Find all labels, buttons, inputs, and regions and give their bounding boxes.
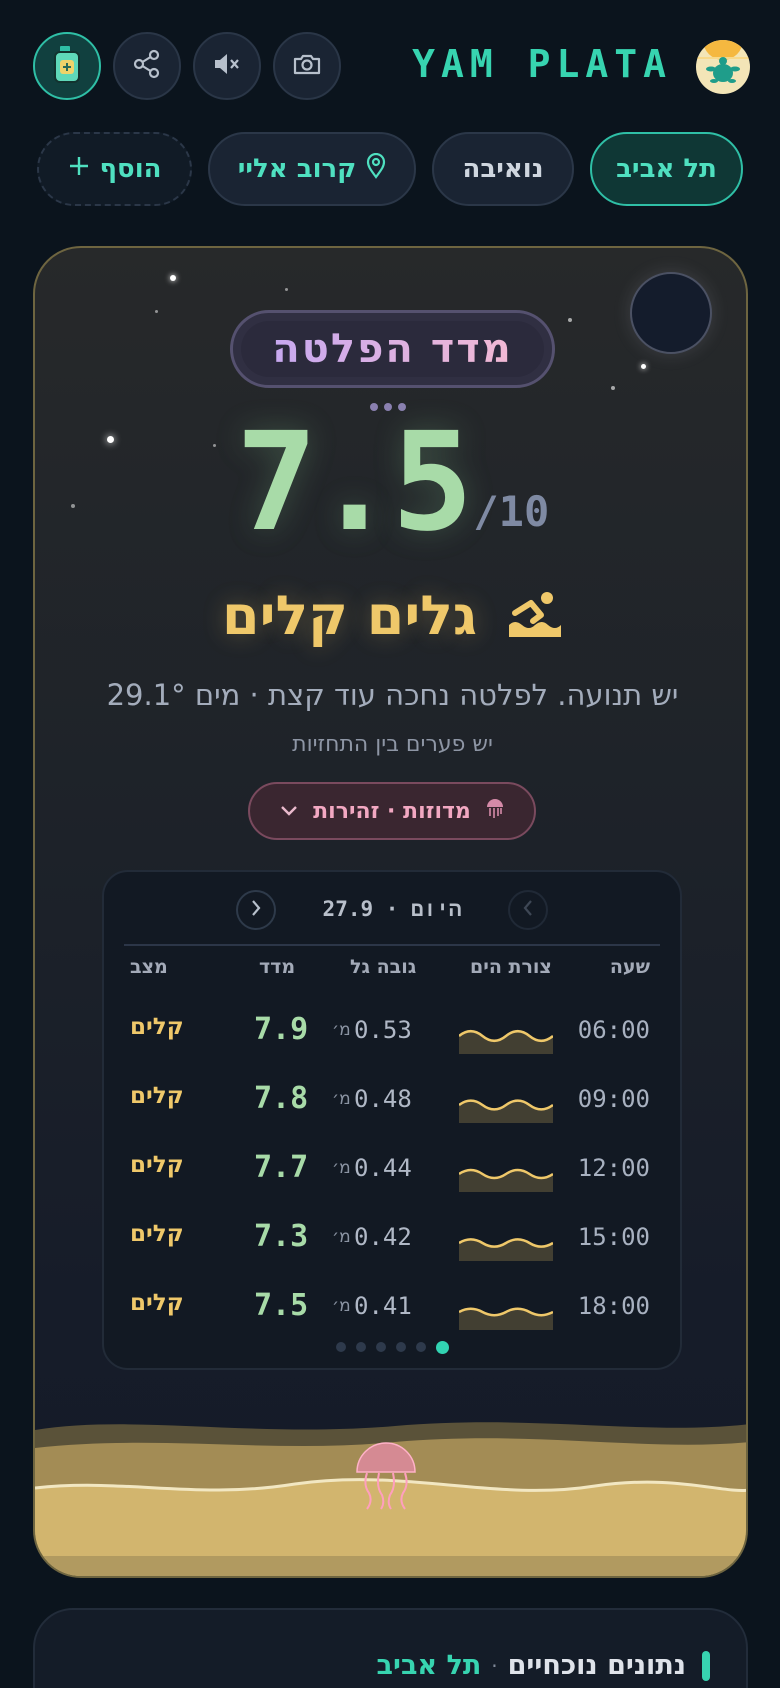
row-unit: מ׳: [332, 1158, 351, 1178]
forecast-row: 06:00 0.53 מ׳ 7.9 קלים: [104, 1004, 680, 1064]
jellyfish-alert-toggle[interactable]: מדוזות · זהירות: [248, 782, 536, 840]
row-status: קלים: [130, 1152, 184, 1178]
row-index: 7.8: [254, 1081, 309, 1116]
row-unit: מ׳: [332, 1089, 351, 1109]
row-wave-height: 0.53: [354, 1016, 412, 1044]
chevron-right-icon: [249, 899, 263, 921]
alert-label: מדוזות · זהירות: [313, 798, 471, 824]
turtle-logo-icon: [696, 40, 750, 94]
row-index: 7.7: [254, 1150, 309, 1185]
pager-dot[interactable]: [435, 1341, 449, 1354]
header: YAM PLATA: [0, 0, 780, 130]
pager-dot[interactable]: [355, 1342, 366, 1352]
sea-shape-wave-icon: [459, 1099, 553, 1123]
condition: גלים קלים: [35, 584, 746, 647]
sunscreen-icon: [52, 44, 82, 88]
plus-icon: [68, 154, 90, 184]
chevron-down-icon: [279, 799, 299, 824]
row-time: 15:00: [577, 1223, 650, 1251]
tab-nuweiba[interactable]: נואיבה: [432, 132, 574, 206]
forecast-note: יש פערים בין התחזיות: [292, 732, 493, 757]
col-time: שעה: [609, 956, 650, 978]
row-status: קלים: [130, 1083, 184, 1109]
row-unit: מ׳: [332, 1227, 351, 1247]
mute-icon: [212, 49, 242, 83]
current-data-card: נתונים נוכחיים · תל אביב: [33, 1608, 748, 1688]
share-button[interactable]: [113, 32, 181, 100]
row-unit: מ׳: [332, 1296, 351, 1316]
tab-tel-aviv[interactable]: תל אביב: [590, 132, 743, 206]
row-unit: מ׳: [332, 1020, 351, 1040]
row-time: 18:00: [577, 1292, 650, 1320]
current-data-title: נתונים נוכחיים · תל אביב: [377, 1650, 710, 1681]
score-value: 7.5: [235, 404, 474, 562]
row-index: 7.3: [254, 1219, 309, 1254]
forecast-row: 15:00 0.42 מ׳ 7.3 קלים: [104, 1211, 680, 1271]
pager-dot[interactable]: [415, 1342, 426, 1352]
row-index: 7.9: [254, 1012, 309, 1047]
separator: ·: [491, 1653, 498, 1678]
row-wave-height: 0.41: [354, 1292, 412, 1320]
app-title: YAM PLATA: [412, 42, 672, 86]
current-location: תל אביב: [376, 1650, 482, 1681]
next-day-button[interactable]: [236, 890, 276, 930]
row-wave-height: 0.44: [354, 1154, 412, 1182]
index-title-badge: מדד הפלטה: [230, 310, 555, 388]
score-display: 7.5 /10: [35, 404, 746, 562]
tab-near-me[interactable]: קרוב אליי: [208, 132, 416, 206]
forecast-table: היום · 27.9 שעה צורת הים גובה גל מדד מצב…: [102, 870, 682, 1370]
tab-label: הוסף: [99, 154, 162, 184]
row-wave-height: 0.48: [354, 1085, 412, 1113]
divider: [124, 944, 660, 946]
col-sea-shape: צורת הים: [470, 956, 552, 978]
swimmer-icon: [507, 589, 563, 643]
row-index: 7.5: [254, 1288, 309, 1323]
row-status: קלים: [130, 1290, 184, 1316]
col-index: מדד: [259, 956, 296, 978]
jellyfish-icon: [353, 1440, 419, 1516]
tab-label: תל אביב: [616, 154, 717, 184]
moon-icon: [630, 272, 712, 354]
share-icon: [132, 49, 162, 83]
description: יש תנועה. לפלטה נחכה עוד קצת · מים 29.1°: [106, 678, 679, 712]
pager-dot[interactable]: [335, 1342, 346, 1352]
col-wave-height: גובה גל: [350, 956, 417, 978]
sea-shape-wave-icon: [459, 1238, 553, 1261]
pager-dot[interactable]: [395, 1342, 406, 1352]
forecast-row: 12:00 0.44 מ׳ 7.7 קלים: [104, 1142, 680, 1202]
camera-icon: [292, 49, 322, 83]
sunscreen-button[interactable]: [33, 32, 101, 100]
row-time: 06:00: [577, 1016, 650, 1044]
row-wave-height: 0.42: [354, 1223, 412, 1251]
score-out-of: /10: [473, 487, 550, 536]
row-time: 12:00: [577, 1154, 650, 1182]
forecast-date: היום · 27.9: [322, 897, 462, 921]
col-status: מצב: [130, 956, 168, 978]
accent-bar: [702, 1650, 710, 1681]
sea-shape-wave-icon: [459, 1029, 553, 1054]
forecast-row: 18:00 0.41 מ׳ 7.5 קלים: [104, 1280, 680, 1340]
beach-illustration: [35, 1408, 746, 1576]
forecast-pager[interactable]: [104, 1341, 680, 1354]
sea-shape-wave-icon: [459, 1168, 553, 1192]
sea-shape-wave-icon: [459, 1307, 553, 1330]
jellyfish-icon: [485, 797, 505, 825]
pager-dot[interactable]: [375, 1342, 386, 1352]
location-pin-icon: [366, 152, 386, 186]
camera-button[interactable]: [273, 32, 341, 100]
tab-label: נואיבה: [462, 154, 544, 184]
condition-label: גלים קלים: [221, 584, 478, 647]
current-data-label: נתונים נוכחיים: [507, 1650, 686, 1681]
row-time: 09:00: [577, 1085, 650, 1113]
index-card: מדד הפלטה 7.5 /10 גלים קלים יש תנועה. לפ…: [33, 246, 748, 1578]
row-status: קלים: [130, 1014, 184, 1040]
forecast-row: 09:00 0.48 מ׳ 7.8 קלים: [104, 1073, 680, 1133]
tab-label: קרוב אליי: [237, 154, 357, 184]
index-title: מדד הפלטה: [272, 326, 513, 372]
row-status: קלים: [130, 1221, 184, 1247]
mute-button[interactable]: [193, 32, 261, 100]
add-location-button[interactable]: הוסף: [37, 132, 192, 206]
